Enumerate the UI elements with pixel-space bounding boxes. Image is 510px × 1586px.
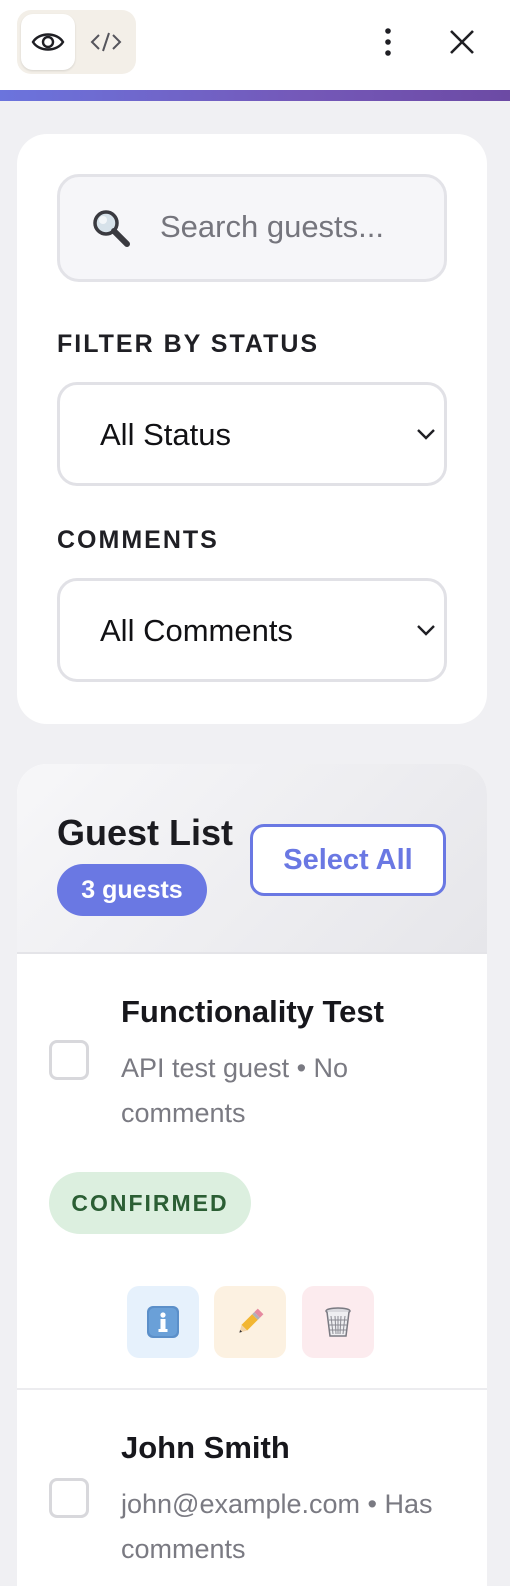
- code-icon: [90, 32, 122, 52]
- filter-card: FILTER BY STATUS All Status COMMENTS All…: [17, 134, 487, 724]
- top-toolbar: [0, 0, 510, 90]
- trash-icon: [325, 1307, 351, 1337]
- guest-row: John Smith john@example.com • Has commen…: [17, 1390, 487, 1586]
- eye-icon: [31, 33, 65, 51]
- guest-meta: john@example.com • Has comments: [121, 1489, 433, 1564]
- guest-row: Functionality Test API test guest • No c…: [17, 954, 487, 1390]
- status-badge: CONFIRMED: [49, 1172, 251, 1234]
- guest-meta: API test guest • No comments: [121, 1053, 349, 1128]
- search-input[interactable]: [160, 197, 430, 257]
- guest-name: John Smith: [121, 1430, 290, 1465]
- delete-button[interactable]: [302, 1286, 374, 1358]
- comments-filter-label: COMMENTS: [57, 526, 219, 554]
- guest-checkbox[interactable]: [49, 1040, 89, 1080]
- code-toggle-button[interactable]: [79, 14, 133, 70]
- status-filter-select[interactable]: All Status: [57, 382, 447, 486]
- view-toggle: [17, 10, 136, 74]
- close-icon: [450, 30, 474, 54]
- guest-list-header: Guest List 3 guests Select All: [17, 764, 487, 954]
- info-button[interactable]: [127, 1286, 199, 1358]
- guest-checkbox[interactable]: [49, 1478, 89, 1518]
- more-options-button[interactable]: [360, 14, 416, 70]
- chevron-down-icon: [417, 625, 435, 636]
- magnifier-icon: [93, 210, 130, 247]
- select-all-button[interactable]: Select All: [250, 824, 446, 896]
- vertical-dots-icon: [385, 28, 391, 56]
- guest-list-title: Guest List: [57, 812, 234, 853]
- guest-name: Functionality Test: [121, 994, 384, 1029]
- chevron-down-icon: [417, 429, 435, 440]
- info-icon: [147, 1306, 179, 1338]
- guest-list-card: Guest List 3 guests Select All Functiona…: [17, 764, 487, 1586]
- pencil-icon: [239, 1308, 264, 1333]
- accent-bar: [0, 90, 510, 101]
- comments-filter-select[interactable]: All Comments: [57, 578, 447, 682]
- close-button[interactable]: [434, 14, 490, 70]
- status-filter-value: All Status: [100, 417, 231, 452]
- guest-count-badge: 3 guests: [57, 864, 207, 916]
- search-box: [57, 174, 447, 282]
- preview-toggle-button[interactable]: [21, 14, 75, 70]
- comments-filter-value: All Comments: [100, 613, 293, 648]
- edit-button[interactable]: [214, 1286, 286, 1358]
- status-filter-label: FILTER BY STATUS: [57, 330, 320, 358]
